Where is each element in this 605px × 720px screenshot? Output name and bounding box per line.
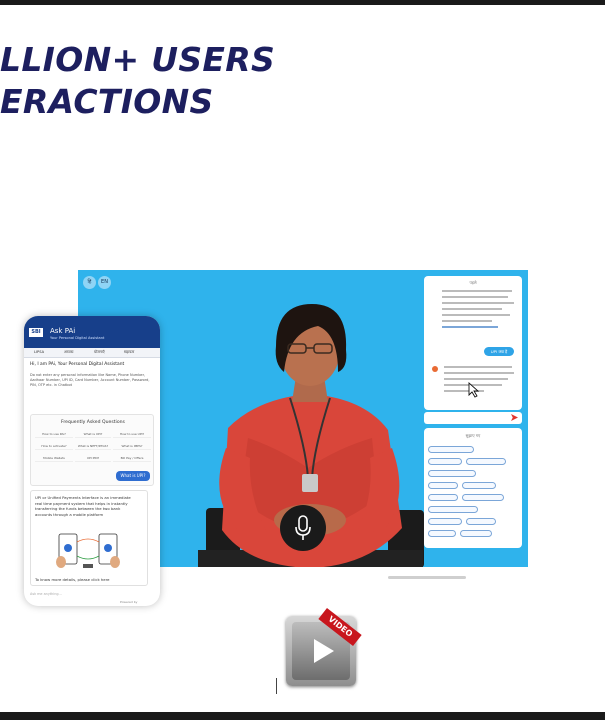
suggestion-chip[interactable] <box>428 458 462 465</box>
faq-title: Frequently Asked Questions <box>61 420 125 425</box>
video-progress-bar[interactable] <box>388 576 466 579</box>
headline-line1: LLION+ USERS <box>0 40 276 79</box>
assistant-subtitle: Your Personal Digital Assistant <box>50 336 105 340</box>
suggestion-chip[interactable] <box>462 494 504 501</box>
suggestion-chip[interactable] <box>428 482 458 489</box>
suggestions-header: सुझाए गए <box>465 433 481 438</box>
upi-phones-illustration <box>56 533 120 568</box>
text-cursor <box>276 678 277 694</box>
greeting-text: Hi, I am PAi, Your Personal Digital Assi… <box>30 362 125 367</box>
lang-toggle-english[interactable]: EN <box>98 276 111 289</box>
tab[interactable]: योजनाएँ <box>94 350 105 355</box>
faq-item[interactable]: What is UPI? <box>75 431 111 438</box>
user-message-pill: UPI क्या है <box>484 347 514 356</box>
faq-item[interactable]: How to use UPI? <box>113 431 151 438</box>
tab[interactable]: LIPSA <box>34 350 44 354</box>
suggestion-chip[interactable] <box>428 446 474 453</box>
faq-item[interactable]: UPI PIN? <box>75 455 111 462</box>
chat-message-lines <box>442 290 516 347</box>
suggestion-chip[interactable] <box>466 458 506 465</box>
bottom-bar <box>0 712 605 720</box>
faq-item[interactable]: Bill Pay / Offers <box>113 455 151 462</box>
bot-reply-lines <box>444 366 516 403</box>
faq-item[interactable]: How to use PAi? <box>35 431 73 438</box>
faq-item[interactable]: What is IMPS? <box>113 443 151 450</box>
faq-item[interactable]: What is NEFT/RTGS? <box>75 443 111 450</box>
bot-avatar <box>432 366 438 372</box>
microphone-icon <box>295 515 311 540</box>
suggestion-chip[interactable] <box>460 530 492 537</box>
phone-intro: Hi, I am PAi, Your Personal Digital Assi… <box>30 362 154 389</box>
bot-answer-card: UPI or Unified Payments Interface is an … <box>30 490 148 586</box>
chat-timestamp: पहले <box>469 280 477 285</box>
suggestion-chip[interactable] <box>428 518 462 525</box>
tab[interactable]: आपका <box>64 350 73 355</box>
phone-header: SBI Ask PAi Your Personal Digital Assist… <box>24 316 160 348</box>
lang-toggle-hindi[interactable]: हि <box>83 276 96 289</box>
faq-item[interactable]: How to activate? <box>35 443 73 450</box>
suggestion-chip[interactable] <box>428 530 456 537</box>
user-question-bubble: What is UPI? <box>116 471 150 481</box>
faq-item[interactable]: Mobile Wallets <box>35 455 73 462</box>
tab[interactable]: सहायता <box>124 350 134 355</box>
phone-chatbot-mockup: SBI Ask PAi Your Personal Digital Assist… <box>24 316 160 606</box>
powered-by-label: Powered by <box>120 600 138 604</box>
suggestion-chip[interactable] <box>462 482 496 489</box>
suggestion-chip[interactable] <box>428 470 476 477</box>
play-icon <box>314 639 334 663</box>
send-icon[interactable] <box>511 414 518 421</box>
suggestion-chip[interactable] <box>428 506 478 513</box>
suggestions-panel: सुझाए गए <box>424 428 522 548</box>
suggestion-chip[interactable] <box>466 518 496 525</box>
answer-text: UPI or Unified Payments Interface is an … <box>35 495 131 518</box>
chat-input-bar[interactable] <box>424 412 522 424</box>
chat-conversation-panel[interactable]: पहले UPI क्या है <box>424 276 522 410</box>
phone-tabs: LIPSA आपका योजनाएँ सहायता <box>24 348 160 358</box>
phone-input-field[interactable]: Ask me anything... <box>30 592 62 596</box>
headline-line2: ERACTIONS <box>0 82 214 121</box>
mouse-cursor-icon <box>468 382 480 398</box>
microphone-button[interactable] <box>280 505 326 551</box>
top-bar <box>0 0 605 5</box>
bank-logo: SBI <box>29 328 43 337</box>
privacy-warning: Do not enter any personal information li… <box>30 372 150 388</box>
suggestion-chip[interactable] <box>428 494 458 501</box>
more-details-link[interactable]: To know more details, please click here <box>35 577 109 582</box>
assistant-title: Ask PAi <box>50 327 76 335</box>
